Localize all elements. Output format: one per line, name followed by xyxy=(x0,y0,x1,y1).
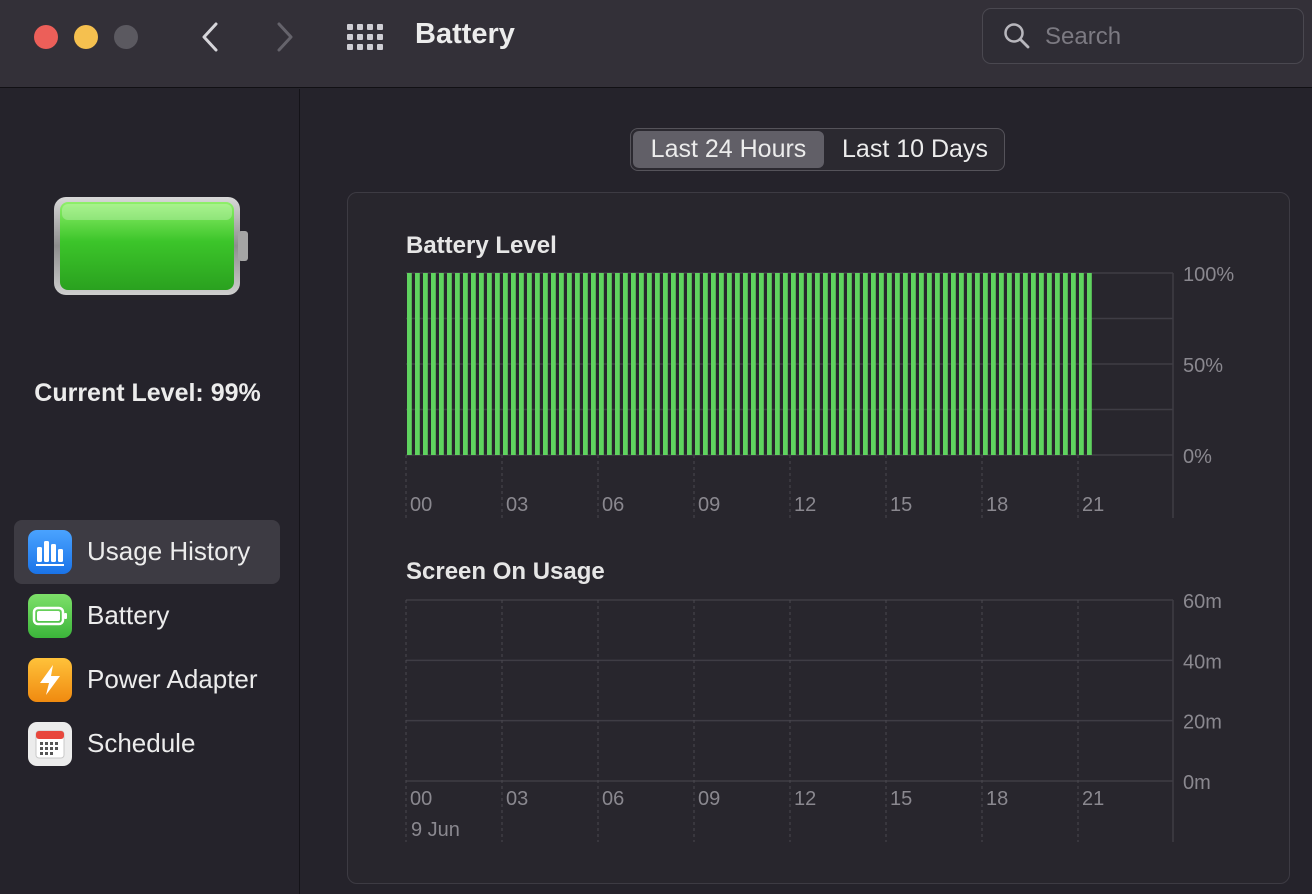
sidebar-item-label: Usage History xyxy=(87,536,251,566)
power-adapter-icon xyxy=(28,658,72,702)
grid-icon xyxy=(347,24,383,50)
sidebar: Current Level: 99% Usage History Battery xyxy=(0,89,300,894)
search-field[interactable]: Search xyxy=(982,8,1304,64)
battery-icon xyxy=(28,594,72,638)
search-icon xyxy=(1004,23,1030,49)
battery-level-icon xyxy=(54,197,248,295)
tab-last-10-days[interactable]: Last 10 Days xyxy=(826,129,1004,170)
show-all-button[interactable] xyxy=(345,18,385,56)
window-title: Battery xyxy=(415,18,515,50)
close-button[interactable] xyxy=(34,25,58,49)
sidebar-item-schedule[interactable]: Schedule xyxy=(14,712,280,776)
chevron-right-icon xyxy=(277,22,293,52)
tab-last-24-hours[interactable]: Last 24 Hours xyxy=(633,131,824,168)
minimize-button[interactable] xyxy=(74,25,98,49)
current-level-label: Current Level: 99% xyxy=(34,379,261,407)
charts-panel xyxy=(347,192,1290,884)
sidebar-item-label: Battery xyxy=(87,600,170,630)
schedule-icon xyxy=(28,722,72,766)
sidebar-item-label: Power Adapter xyxy=(87,664,258,694)
title-bar: Battery Search xyxy=(0,0,1312,88)
sidebar-item-battery[interactable]: Battery xyxy=(14,584,280,648)
back-button[interactable] xyxy=(190,18,230,56)
forward-button[interactable] xyxy=(265,18,305,56)
zoom-button xyxy=(114,25,138,49)
usage-history-icon xyxy=(28,530,72,574)
time-range-segmented-control: Last 24 Hours Last 10 Days xyxy=(630,128,1005,171)
chevron-left-icon xyxy=(202,22,218,52)
search-placeholder: Search xyxy=(1045,23,1122,50)
sidebar-item-power-adapter[interactable]: Power Adapter xyxy=(14,648,280,712)
sidebar-item-usage-history[interactable]: Usage History xyxy=(14,520,280,584)
sidebar-item-label: Schedule xyxy=(87,728,196,758)
